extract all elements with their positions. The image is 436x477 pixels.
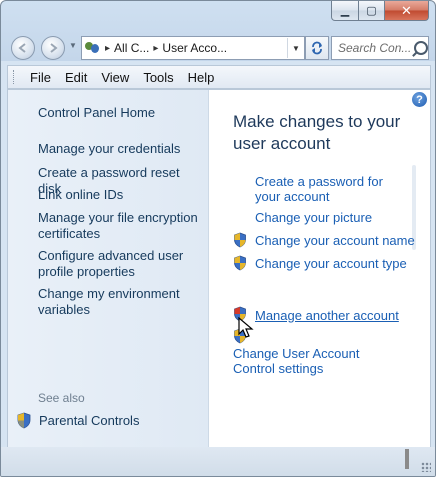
task-link-online-ids[interactable]: Link online IDs xyxy=(38,187,203,203)
back-arrow-icon xyxy=(18,43,26,53)
refresh-button[interactable] xyxy=(305,36,329,60)
manage-another-account-link[interactable]: Manage another account xyxy=(255,308,399,323)
task-file-encryption-certificates[interactable]: Manage your file encryption certificates xyxy=(38,210,203,242)
menu-edit[interactable]: Edit xyxy=(58,70,94,85)
menu-view[interactable]: View xyxy=(94,70,136,85)
recent-pages-dropdown-icon[interactable]: ▼ xyxy=(69,41,77,50)
minimize-button[interactable]: ▁ xyxy=(331,1,359,21)
main-pane: Make changes to your user account Create… xyxy=(209,90,430,447)
uac-shield-icon xyxy=(17,412,31,429)
address-bar[interactable]: ▸ All C... ▸ User Acco... ▼ xyxy=(81,36,305,60)
status-scrollbar[interactable] xyxy=(405,449,409,469)
forward-arrow-icon xyxy=(50,43,58,53)
breadcrumb-all-control-panel[interactable]: All C... xyxy=(114,41,149,55)
menu-grip xyxy=(13,70,17,84)
search-box[interactable] xyxy=(331,36,429,60)
change-account-type-link[interactable]: Change your account type xyxy=(255,256,407,271)
mouse-cursor-icon xyxy=(238,317,254,338)
search-icon[interactable] xyxy=(414,41,428,55)
change-picture-link[interactable]: Change your picture xyxy=(255,210,372,225)
crumb-separator-icon[interactable]: ▸ xyxy=(153,43,158,54)
search-input[interactable] xyxy=(336,40,412,56)
caption-buttons: ▁ ▢ ✕ xyxy=(331,1,429,21)
menu-tools[interactable]: Tools xyxy=(136,70,180,85)
menu-file[interactable]: File xyxy=(23,70,58,85)
back-button[interactable] xyxy=(11,36,35,60)
uac-shield-icon xyxy=(234,232,246,248)
breadcrumb-user-accounts[interactable]: User Acco... xyxy=(162,41,227,55)
maximize-button[interactable]: ▢ xyxy=(359,1,385,21)
menu-help[interactable]: Help xyxy=(181,70,222,85)
help-icon[interactable]: ? xyxy=(412,92,427,107)
task-manage-credentials[interactable]: Manage your credentials xyxy=(38,141,203,157)
user-accounts-icon xyxy=(85,41,101,55)
change-uac-settings-link[interactable]: Change User Account Control settings xyxy=(233,346,403,376)
address-dropdown-icon[interactable]: ▼ xyxy=(287,38,304,58)
change-account-name-link[interactable]: Change your account name xyxy=(255,233,415,248)
navigation-row: ▼ ▸ All C... ▸ User Acco... ▼ xyxy=(9,35,429,61)
page-title: Make changes to your user account xyxy=(233,112,401,153)
crumb-separator-icon[interactable]: ▸ xyxy=(105,43,110,54)
see-also-heading: See also xyxy=(38,391,85,405)
parental-controls-label: Parental Controls xyxy=(39,413,140,428)
uac-shield-icon xyxy=(234,255,246,271)
explorer-window: ▁ ▢ ✕ ▼ ▸ All C... ▸ User Acco... ▼ Sear… xyxy=(0,0,436,477)
control-panel-home-link[interactable]: Control Panel Home xyxy=(38,105,203,121)
close-button[interactable]: ✕ xyxy=(385,1,429,21)
menu-bar: File Edit View Tools Help xyxy=(7,65,431,89)
forward-button[interactable] xyxy=(41,36,65,60)
refresh-icon xyxy=(312,41,322,55)
parental-controls-link[interactable]: Parental Controls xyxy=(16,412,139,429)
content-area: Control Panel Home Manage your credentia… xyxy=(7,89,431,448)
resize-grip[interactable] xyxy=(421,462,431,472)
task-advanced-profile-properties[interactable]: Configure advanced user profile properti… xyxy=(38,248,203,280)
task-pane: Control Panel Home Manage your credentia… xyxy=(8,90,209,447)
task-environment-variables[interactable]: Change my environment variables xyxy=(38,286,203,318)
create-password-link[interactable]: Create a password for your account xyxy=(255,174,410,204)
status-bar xyxy=(1,447,435,476)
